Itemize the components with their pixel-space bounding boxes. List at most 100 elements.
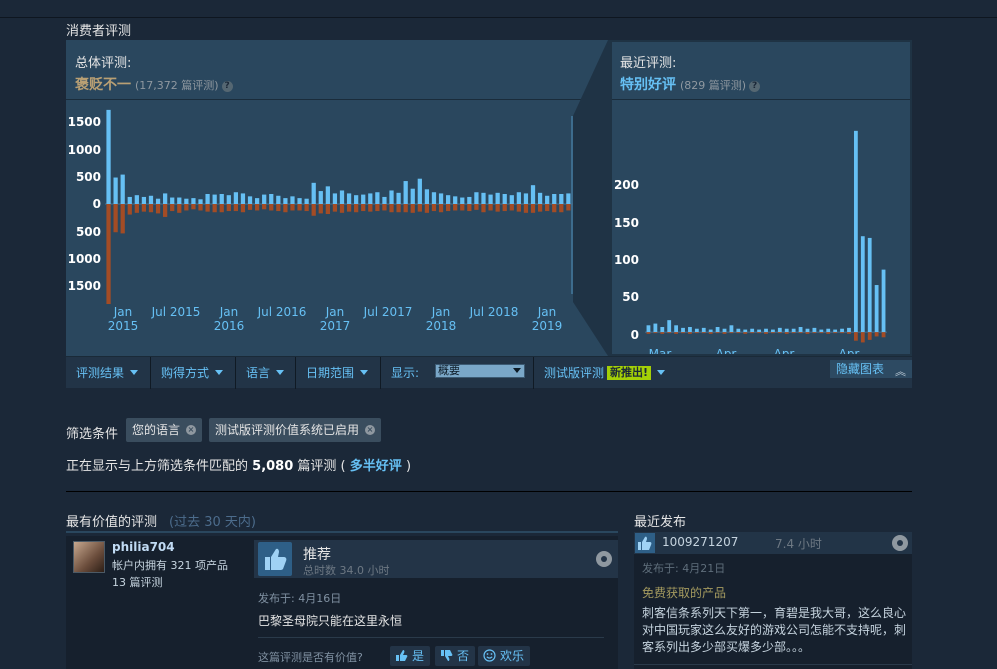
summary-score: 多半好评	[349, 459, 402, 474]
recent-score: 特别好评 (829 篇评测)?	[620, 74, 761, 94]
positive-bar	[318, 191, 323, 204]
positive-bar	[382, 196, 387, 204]
overall-count: (17,372 篇评测)	[135, 79, 219, 92]
help-icon[interactable]: ?	[221, 81, 233, 92]
new-badge: 新推出!	[607, 366, 652, 380]
recent-review-username[interactable]: 1009271207	[662, 535, 738, 549]
negative-bar	[674, 332, 679, 334]
filter-chip-language[interactable]: 您的语言 ×	[126, 418, 202, 442]
x-tick-label: 2018	[426, 319, 457, 333]
negative-bar	[819, 332, 824, 334]
negative-bar	[346, 204, 352, 212]
summary-prefix: 正在显示与上方筛选条件匹配的	[66, 459, 249, 474]
chevron-up-icon: ︽	[895, 365, 906, 378]
display-label: 显示:	[391, 366, 420, 380]
negative-bar	[764, 332, 768, 334]
positive-bar	[191, 198, 196, 204]
positive-bar	[826, 328, 831, 333]
negative-bar	[212, 204, 217, 213]
positive-bar	[867, 237, 872, 333]
negative-bar	[445, 204, 451, 212]
positive-bar	[819, 329, 824, 333]
remove-filter-icon[interactable]: ×	[365, 425, 375, 435]
negative-bar	[736, 332, 741, 334]
negative-bar	[325, 204, 330, 214]
vote-no-label: 否	[457, 649, 470, 663]
negative-bar	[502, 204, 507, 212]
negative-bar	[191, 204, 196, 210]
positive-bar	[205, 194, 210, 204]
helpful-title-text: 最有价值的评测	[66, 515, 158, 530]
positive-bar	[226, 195, 231, 204]
vote-funny-button[interactable]: 欢乐	[478, 646, 531, 666]
negative-bar	[646, 332, 651, 334]
x-tick-label: Jul 2016	[257, 305, 307, 319]
negative-bar	[141, 204, 147, 212]
negative-bar	[396, 204, 401, 213]
positive-bar	[552, 194, 557, 204]
helpful-question: 这篇评测是否有价值?	[258, 651, 363, 664]
filter-purchase-type[interactable]: 购得方式	[151, 357, 224, 389]
vote-no-button[interactable]: 否	[435, 646, 476, 666]
review-user-reviews[interactable]: 13 篇评测	[112, 574, 163, 590]
filter-beta-reviews[interactable]: 测试版评测 新推出!	[534, 357, 666, 389]
negative-bar	[722, 332, 727, 334]
avatar[interactable]	[73, 541, 105, 573]
negative-bar	[791, 332, 796, 334]
positive-bar	[660, 327, 665, 333]
positive-bar	[722, 328, 727, 333]
positive-bar	[729, 325, 734, 333]
positive-bar	[354, 195, 359, 204]
negative-bar	[247, 204, 253, 210]
y-tick-label: 150	[614, 216, 639, 230]
review-user-products[interactable]: 帐户内拥有 321 项产品	[112, 557, 228, 573]
positive-bar	[736, 328, 741, 333]
positive-bar	[113, 177, 118, 204]
caret-down-icon	[130, 370, 139, 375]
graph-connector	[573, 40, 613, 356]
recommendation-box[interactable]: 推荐 总时数 34.0 小时	[254, 540, 618, 578]
positive-bar	[269, 194, 274, 204]
remove-filter-icon[interactable]: ×	[186, 425, 196, 435]
positive-bar	[757, 329, 761, 333]
negative-bar	[660, 332, 665, 334]
y-tick-label: 0	[93, 197, 101, 211]
negative-bar	[743, 332, 748, 334]
negative-bar	[240, 204, 246, 213]
negative-bar	[269, 204, 274, 211]
negative-bar	[453, 204, 458, 211]
positive-bar	[688, 327, 692, 333]
section-title: 消费者评测	[66, 24, 132, 39]
display-select[interactable]: 概要	[435, 364, 525, 378]
positive-bar	[424, 189, 430, 204]
filter-language[interactable]: 语言	[236, 357, 285, 389]
negative-bar	[361, 204, 366, 212]
summary-close: )	[405, 459, 412, 474]
positive-bar	[184, 198, 189, 204]
filter-review-type[interactable]: 评测结果	[66, 357, 139, 389]
negative-bar	[276, 204, 281, 212]
negative-bar	[233, 204, 239, 212]
y-tick-label: 500	[76, 170, 101, 184]
positive-bar	[389, 190, 394, 204]
negative-bar	[495, 204, 500, 212]
filter-date-range[interactable]: 日期范围	[296, 357, 369, 389]
review-username[interactable]: philia704	[112, 540, 175, 554]
helpful-subtitle: (过去 30 天内)	[169, 515, 256, 530]
positive-bar	[874, 285, 879, 333]
recent-count: (829 篇评测)	[680, 79, 747, 92]
recently-posted-title: 最近发布	[634, 515, 687, 530]
negative-bar	[867, 332, 872, 340]
filter-chip-beta[interactable]: 测试版评测价值系统已启用 ×	[209, 418, 381, 442]
vote-yes-button[interactable]: 是	[390, 646, 431, 666]
negative-bar	[460, 204, 465, 211]
help-icon[interactable]: ?	[749, 81, 761, 92]
negative-bar	[127, 204, 132, 215]
positive-bar	[646, 325, 651, 333]
negative-bar	[332, 204, 338, 212]
recent-review-header[interactable]: 1009271207 7.4 小时	[634, 532, 912, 554]
positive-bar	[297, 198, 302, 204]
hide-graph-button[interactable]: 隐藏图表 ︽	[830, 360, 912, 378]
positive-bar	[798, 327, 803, 333]
positive-bar	[368, 193, 373, 204]
